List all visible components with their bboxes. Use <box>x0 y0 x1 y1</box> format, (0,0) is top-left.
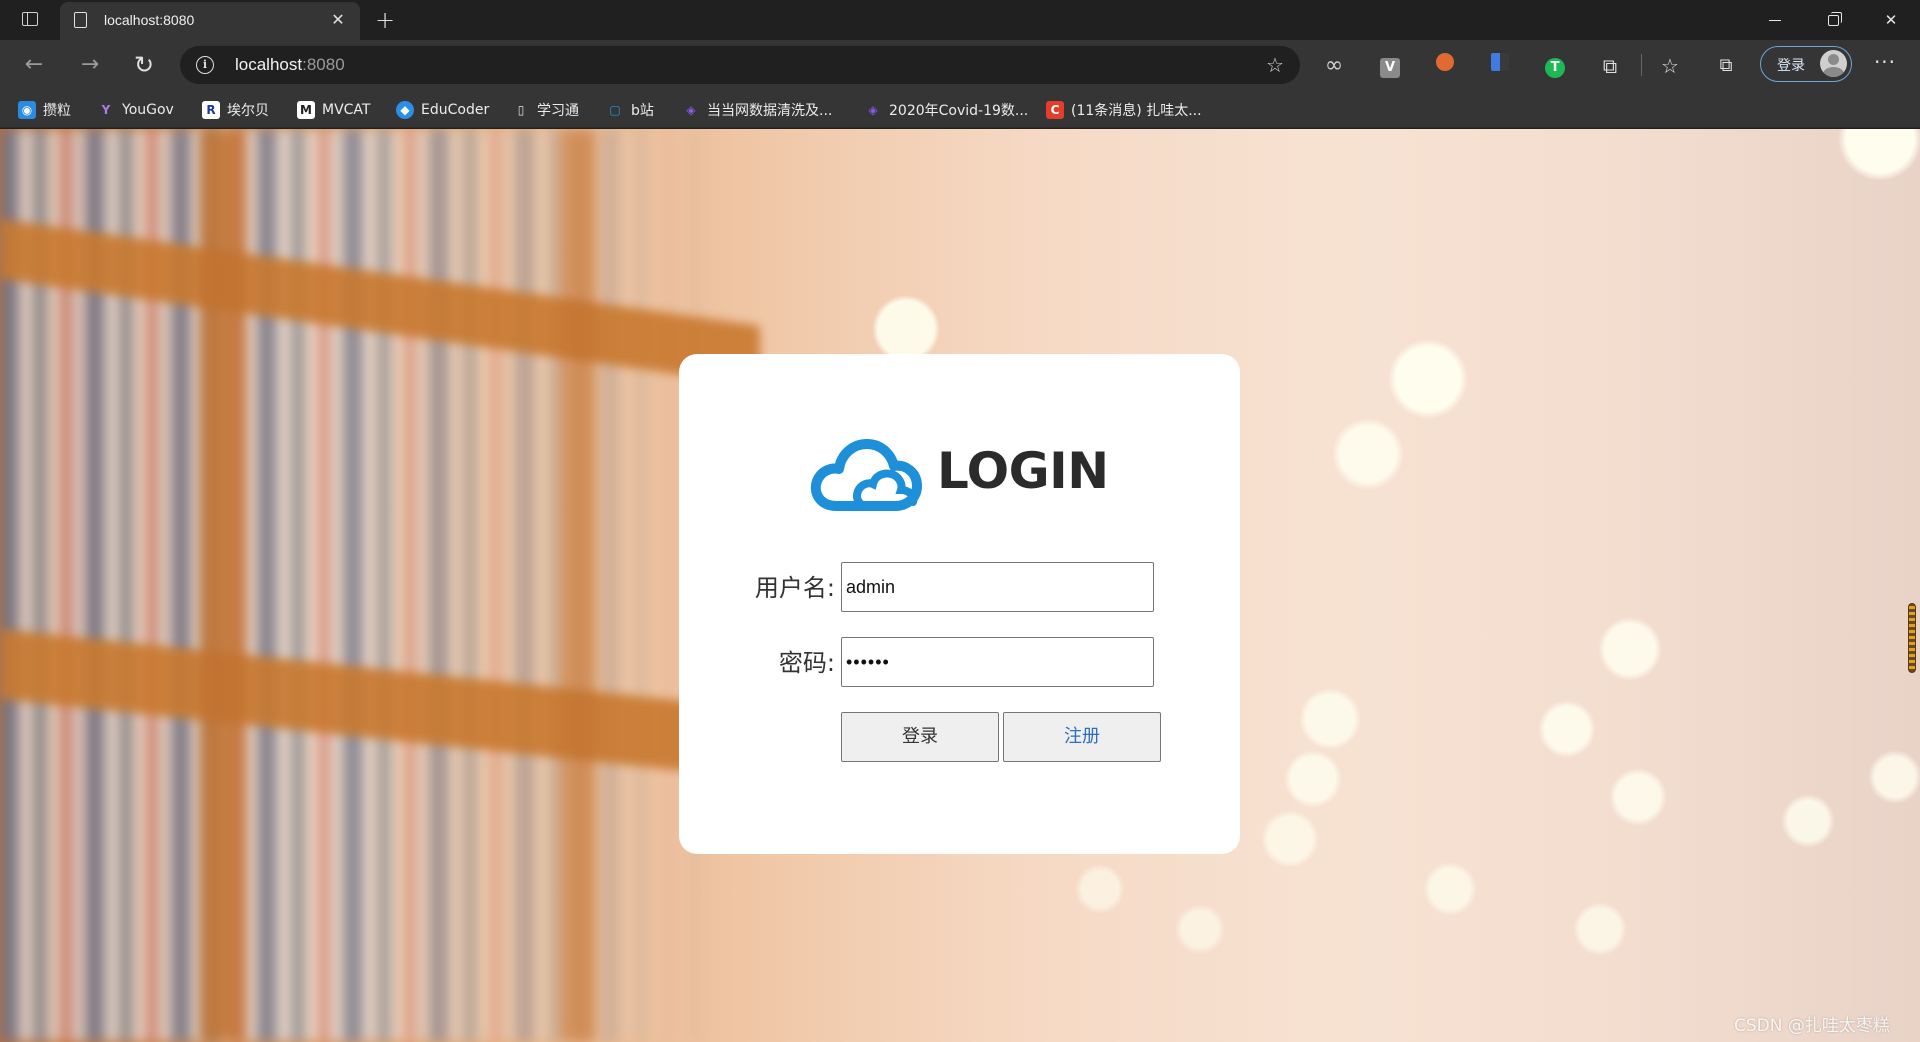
csdn-icon: C <box>1046 101 1064 119</box>
mvcat-icon: M <box>297 101 315 119</box>
watermark: CSDN @扎哇太枣糕 <box>1734 1016 1890 1036</box>
bilibili-icon: ▢ <box>609 103 621 117</box>
bookmark-item[interactable]: ◉ 攒粒 <box>18 100 71 120</box>
v-extension-button[interactable]: V <box>1376 52 1404 80</box>
shelf-post <box>560 129 596 1042</box>
r-icon: R <box>202 101 220 119</box>
v-extension-icon: V <box>1380 58 1400 78</box>
blocks-extension-button[interactable] <box>1486 52 1514 80</box>
avatar-icon <box>1820 50 1847 77</box>
fox-extension-icon <box>1436 53 1454 71</box>
blocks-extension-icon <box>1491 53 1509 71</box>
scrollbar-thumb[interactable] <box>1908 603 1916 673</box>
register-button[interactable]: 注册 <box>1003 712 1161 762</box>
forward-button[interactable]: → <box>72 48 108 82</box>
bookmark-label: 学习通 <box>537 103 579 119</box>
login-button[interactable]: 登录 <box>841 712 999 762</box>
site-info-icon[interactable]: i <box>196 56 214 74</box>
profile-signin-button[interactable]: 登录 <box>1760 46 1852 82</box>
bookmark-item[interactable]: ▯ 学习通 <box>512 100 579 120</box>
t-extension-button[interactable]: T <box>1541 52 1569 80</box>
bookmark-item[interactable]: ◈ 当当网数据清洗及... <box>682 100 832 120</box>
cube-icon: ◈ <box>686 103 696 117</box>
tab-title: localhost:8080 <box>104 12 195 28</box>
bookmark-item[interactable]: M MVCAT <box>297 100 370 120</box>
bookmark-label: EduCoder <box>421 102 490 118</box>
restore-icon <box>1827 12 1842 26</box>
bookmark-item[interactable]: ◈ 2020年Covid-19数... <box>864 100 1028 120</box>
extensions-puzzle-icon[interactable]: ⧉ <box>1596 52 1624 80</box>
browser-toolbar: ← → ↻ i localhost:8080 ☆ <box>0 40 1920 90</box>
window-close-button[interactable]: ✕ <box>1868 4 1914 36</box>
minimize-icon <box>1769 19 1781 22</box>
more-menu-icon[interactable]: ··· <box>1870 52 1900 80</box>
bookmarks-bar: ◉ 攒粒 Y YouGov R 埃尔贝 M MVCAT ◆ EduCoder ▯ 学习通 ▢… <box>0 90 1920 128</box>
page-icon <box>74 12 87 28</box>
address-url[interactable]: localhost:8080 <box>235 55 345 75</box>
favorites-icon[interactable]: ☆ <box>1656 52 1684 80</box>
cloud-icon <box>810 439 922 511</box>
bookmark-label: (11条消息) 扎哇太... <box>1071 103 1202 119</box>
bookmark-item[interactable]: R 埃尔贝 <box>202 100 269 120</box>
url-port: :8080 <box>302 55 345 74</box>
t-extension-icon: T <box>1545 58 1565 78</box>
minimize-button[interactable] <box>1752 4 1798 36</box>
infinity-extension-icon[interactable]: ∞ <box>1320 52 1348 80</box>
bookmark-label: 2020年Covid-19数... <box>889 103 1029 119</box>
bookmark-label: MVCAT <box>322 102 371 118</box>
bookmark-label: 埃尔贝 <box>227 103 269 119</box>
reload-button[interactable]: ↻ <box>126 48 162 82</box>
address-bar[interactable]: i localhost:8080 ☆ <box>180 46 1300 84</box>
add-favorite-icon[interactable]: ☆ <box>1266 55 1286 75</box>
username-label: 用户名: <box>754 574 835 602</box>
tab-actions-icon <box>22 12 38 26</box>
url-host: localhost <box>235 55 303 74</box>
bookmark-label: YouGov <box>122 102 174 118</box>
educoder-icon: ◆ <box>396 101 414 119</box>
bookmark-item[interactable]: C (11条消息) 扎哇太... <box>1046 100 1202 120</box>
tab-close-icon[interactable]: ✕ <box>328 10 348 30</box>
bookmark-label: b站 <box>631 103 654 119</box>
signin-label: 登录 <box>1777 58 1805 74</box>
bookmark-label: 当当网数据清洗及... <box>707 103 833 119</box>
login-card: LOGIN 用户名: 密码: 登录 注册 <box>679 354 1240 854</box>
page-icon: ▯ <box>517 103 525 117</box>
restore-button[interactable] <box>1810 4 1856 36</box>
bookmark-item[interactable]: ▢ b站 <box>606 100 654 120</box>
collections-icon[interactable]: ⧉ <box>1712 52 1740 80</box>
login-title: LOGIN <box>937 442 1109 500</box>
yougov-icon: Y <box>101 103 111 117</box>
shelf-post <box>200 129 244 1042</box>
bookmark-label: 攒粒 <box>43 103 71 119</box>
toolbar-divider <box>1641 54 1642 76</box>
cube-icon: ◈ <box>868 103 878 117</box>
password-label: 密码: <box>778 649 835 677</box>
login-logo: LOGIN <box>809 434 1109 514</box>
zanli-icon: ◉ <box>18 101 36 119</box>
username-input[interactable] <box>841 562 1154 612</box>
bookmark-item[interactable]: ◆ EduCoder <box>396 100 489 120</box>
password-input[interactable] <box>841 637 1154 687</box>
tab-actions-button[interactable] <box>14 8 46 32</box>
back-button[interactable]: ← <box>16 48 52 82</box>
bookmark-item[interactable]: Y YouGov <box>97 100 174 120</box>
fox-extension-button[interactable] <box>1431 52 1459 80</box>
new-tab-button[interactable]: + <box>370 6 400 34</box>
tab-bar: localhost:8080 ✕ + ✕ <box>0 0 1920 40</box>
active-tab[interactable]: localhost:8080 ✕ <box>60 2 360 40</box>
